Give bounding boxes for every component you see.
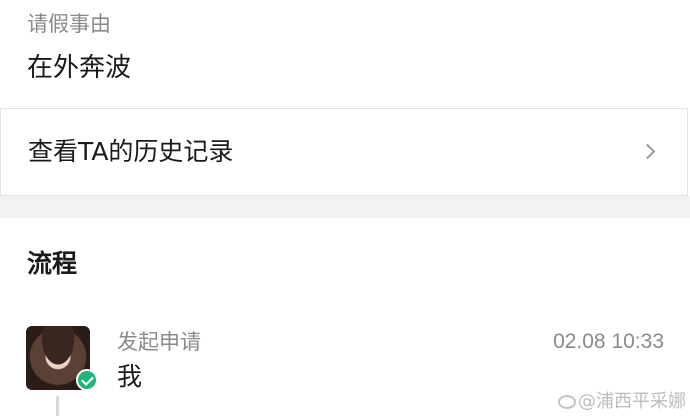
leave-reason-section: 请假事由 在外奔波 <box>0 0 690 108</box>
watermark-text: @浦西平采娜 <box>578 391 686 412</box>
step-time: 02.08 10:33 <box>553 330 664 353</box>
section-divider <box>0 196 690 218</box>
view-history-label: 查看TA的历史记录 <box>28 137 234 166</box>
view-history-row[interactable]: 查看TA的历史记录 <box>0 108 688 196</box>
process-section: 流程 <box>0 218 690 416</box>
timeline-connector <box>56 396 59 416</box>
weibo-icon <box>558 395 576 409</box>
process-title: 流程 <box>27 249 78 278</box>
chevron-right-icon <box>639 143 656 160</box>
step-actor: 我 <box>117 362 143 391</box>
check-circle-icon <box>76 369 98 391</box>
watermark: @浦西平采娜 <box>558 390 686 414</box>
step-name: 发起申请 <box>117 330 201 354</box>
leave-reason-label: 请假事由 <box>27 12 111 36</box>
leave-reason-value: 在外奔波 <box>27 53 132 83</box>
